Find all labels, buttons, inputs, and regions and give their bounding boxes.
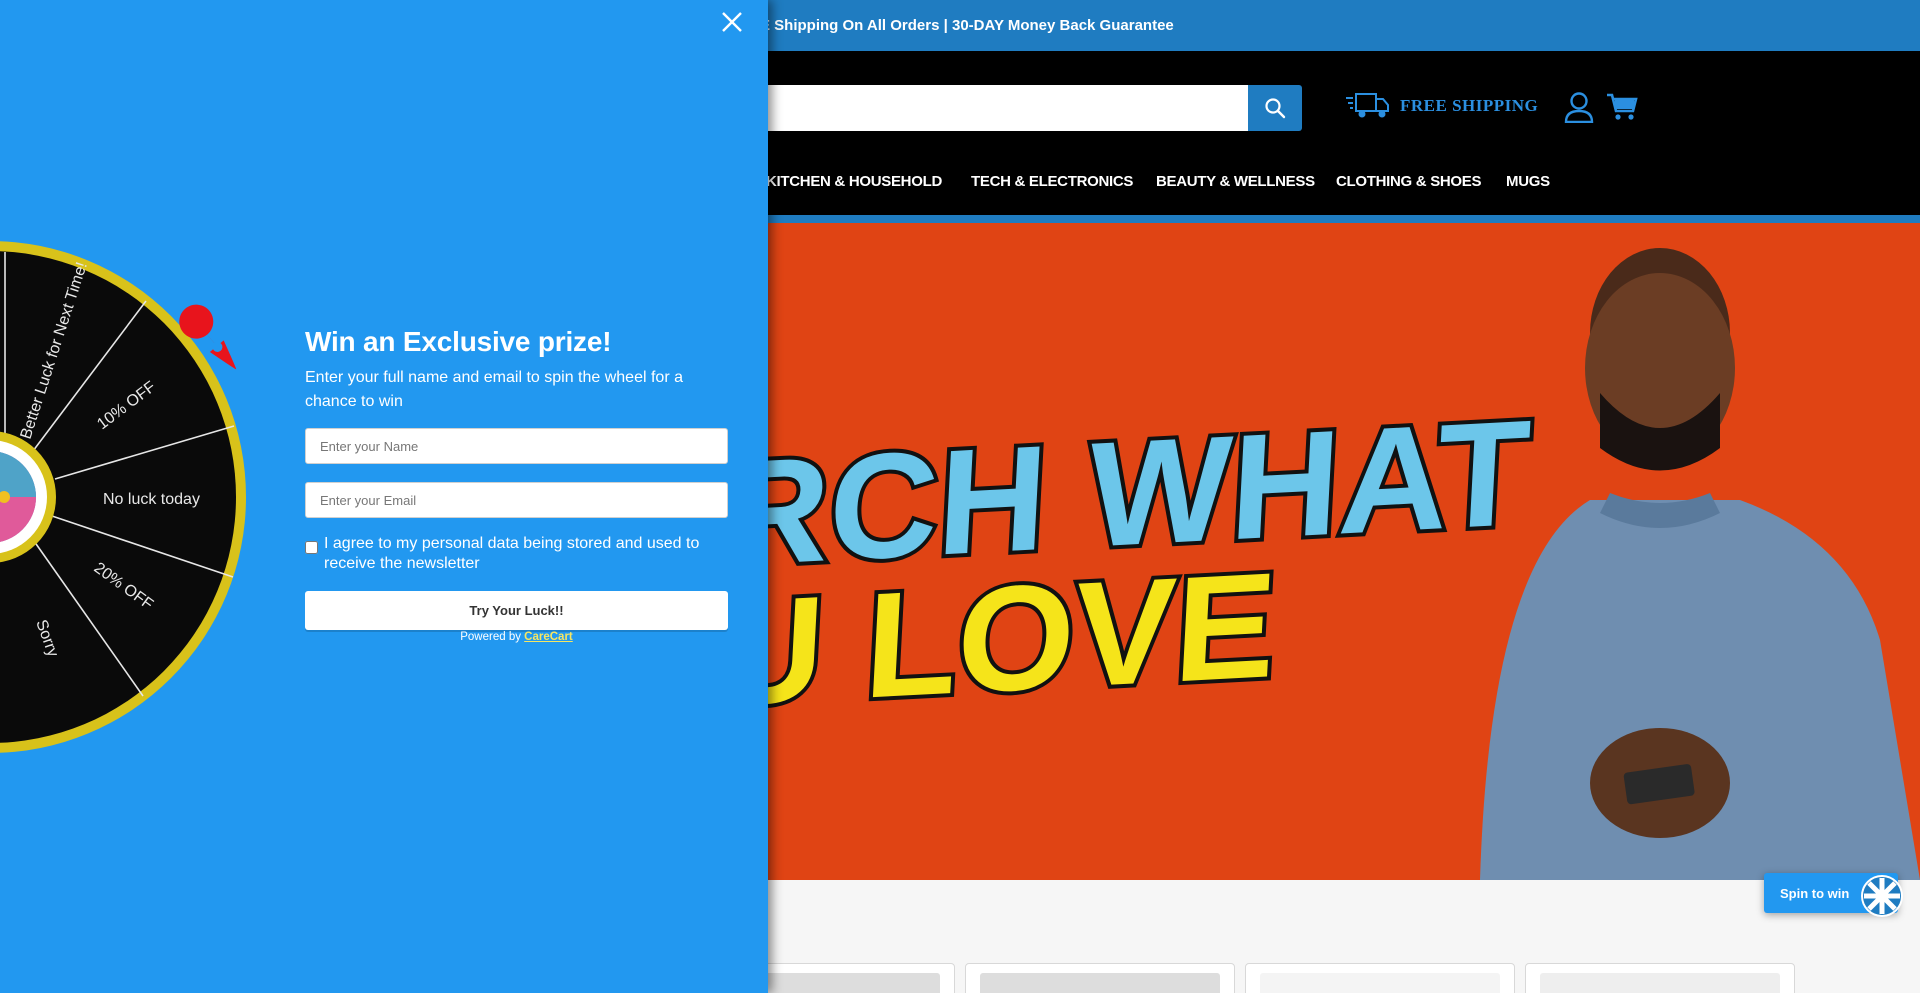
- hero-line-2: U LOVE: [711, 541, 1281, 738]
- account-icon: [1564, 92, 1594, 124]
- spin-wheel-popup: Better Luck for Next Time! 10% OFF No lu…: [0, 0, 768, 993]
- carecart-link[interactable]: CareCart: [524, 631, 573, 643]
- nav-item-beauty[interactable]: BEAUTY & WELLNESS: [1156, 173, 1315, 190]
- popup-title: Win an Exclusive prize!: [305, 326, 612, 357]
- nav-item-kitchen[interactable]: KITCHEN & HOUSEHOLD: [766, 173, 942, 190]
- search-icon: [1265, 98, 1286, 119]
- wheel-segment-3: No luck today: [103, 491, 200, 508]
- nav-item-mugs[interactable]: MUGS: [1506, 173, 1550, 190]
- truck-icon: [1346, 93, 1389, 118]
- free-shipping-banner: FREE SHIPPING: [1346, 89, 1538, 123]
- spin-to-win-label: Spin to win: [1780, 885, 1850, 901]
- product-card[interactable]: [1245, 963, 1515, 993]
- close-icon: [722, 12, 742, 32]
- product-image: [1260, 973, 1500, 993]
- signup-form: Win an Exclusive prize! Enter your full …: [305, 326, 728, 643]
- search-button[interactable]: [1248, 85, 1302, 131]
- powered-by-prefix: Powered by: [460, 631, 521, 643]
- popup-description: Enter your full name and email to spin t…: [305, 369, 683, 410]
- consent-checkbox[interactable]: [305, 541, 318, 554]
- product-image: [1540, 973, 1780, 993]
- product-card[interactable]: [1525, 963, 1795, 993]
- email-field[interactable]: [305, 482, 728, 518]
- nav-item-clothing[interactable]: CLOTHING & SHOES: [1336, 173, 1482, 190]
- powered-by: Powered by CareCart: [305, 631, 728, 643]
- product-image: [980, 973, 1220, 993]
- close-button[interactable]: [718, 8, 746, 36]
- consent-label: I agree to my personal data being stored…: [324, 535, 700, 572]
- name-field[interactable]: [305, 428, 728, 464]
- nav-item-tech[interactable]: TECH & ELECTRONICS: [971, 173, 1133, 190]
- prize-wheel: Better Luck for Next Time! 10% OFF No lu…: [0, 241, 246, 753]
- spin-to-win-button[interactable]: Spin to win: [1764, 873, 1903, 917]
- announcement-text: E Shipping On All Orders | 30-DAY Money …: [760, 17, 1174, 34]
- mini-wheel-icon: [1861, 875, 1903, 917]
- try-your-luck-button[interactable]: Try Your Luck!!: [305, 591, 728, 630]
- account-button[interactable]: [1564, 91, 1594, 124]
- product-card[interactable]: [965, 963, 1235, 993]
- cart-icon: [1607, 93, 1638, 120]
- free-shipping-label: FREE SHIPPING: [1400, 96, 1539, 115]
- consent-row[interactable]: I agree to my personal data being stored…: [305, 534, 728, 574]
- cart-button[interactable]: [1606, 91, 1638, 123]
- hero-person-image: [1480, 248, 1920, 880]
- search-input[interactable]: [700, 85, 1249, 131]
